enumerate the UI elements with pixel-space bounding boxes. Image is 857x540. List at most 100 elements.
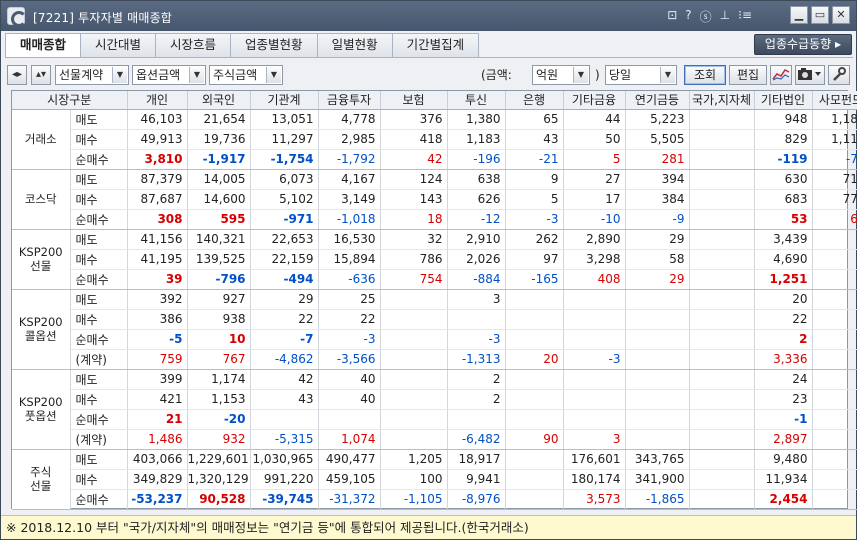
col-header: 외국인 [187, 91, 251, 110]
row-label: 순매수 [70, 489, 128, 510]
table-cell: 18 [380, 209, 448, 230]
table-row[interactable]: 순매수 3,810 -1,917 -1,754 -1,792 42 -196 -21 5 281 -… [12, 149, 857, 170]
pin-icon[interactable]: ⊥ [720, 8, 730, 25]
table-row[interactable]: 주식 선물 매도 403,066 1,229,601 1,030,965 490,477 1… [12, 449, 857, 510]
tab-by-sector[interactable]: 업종별현황 [230, 33, 318, 57]
table-cell: 10 [187, 329, 251, 350]
tab-by-time[interactable]: 시간대별 [80, 33, 157, 57]
table-cell [812, 369, 857, 390]
table-row[interactable]: 매수 49,913 19,736 11,297 2,985 418 1,183 43 50 5,5… [12, 129, 857, 150]
stock-unit-value: 주식금액 [213, 68, 258, 82]
table-cell: 46,103 [127, 109, 188, 130]
table-cell: 143 [380, 189, 448, 210]
row-label: (계약) [70, 349, 128, 370]
table-cell: 3 [447, 289, 506, 310]
query-button[interactable]: 조회 [684, 65, 726, 85]
table-cell [689, 169, 755, 190]
table-cell: -796 [187, 269, 251, 290]
table-row[interactable]: 매수 386 938 22 22 22 [12, 309, 857, 330]
futures-unit-value: 선물계약 [59, 68, 104, 82]
amount-unit-select[interactable]: 억원 ▼ [532, 65, 590, 85]
sector-supply-button[interactable]: 업종수급동향 ▸ [753, 34, 852, 55]
table-cell: 24 [754, 369, 813, 390]
table-row[interactable]: 매수 421 1,153 43 40 2 23 [12, 389, 857, 410]
investor-trading-table[interactable]: 시장구분 개인 외국인 기관계 금융투자 보험 투신 은행 기타금융 연기금등 … [11, 90, 857, 510]
wrench-icon[interactable] [828, 65, 850, 85]
table-cell: 399 [127, 369, 188, 390]
table-row[interactable]: 매수 41,195 139,525 22,159 15,894 786 2,026 97 3,2… [12, 249, 857, 270]
table-row[interactable]: (계약) 1,486 932 -5,315 1,074 -6,482 90 3 2,897 [12, 429, 857, 450]
table-cell: 29 [625, 269, 690, 290]
row-label: 순매수 [70, 149, 128, 170]
camera-icon[interactable] [795, 65, 825, 85]
table-cell: -73 [812, 149, 857, 170]
table-cell [563, 329, 626, 350]
table-row[interactable]: 순매수 -53,237 90,528 -39,745 -31,372 -1,105 -8,9… [12, 489, 857, 510]
table-cell [563, 389, 626, 410]
screen-link-icon[interactable]: ⊡ [667, 8, 677, 25]
maximize-button[interactable]: ▭ [811, 6, 829, 24]
chart-icon[interactable] [770, 65, 792, 85]
table-row[interactable]: 순매수308595-971-1,01818-12-3-10-9 5364 [12, 209, 857, 230]
table-cell: 418 [380, 129, 448, 150]
table-row[interactable]: 매수 349,829 1,320,129 991,220 459,105 100 9,941… [12, 469, 857, 490]
table-cell: 1,174 [187, 369, 251, 390]
tab-period[interactable]: 기간별집계 [391, 33, 480, 57]
tab-market-flow[interactable]: 시장흐름 [155, 33, 232, 57]
table-cell [689, 469, 755, 490]
edit-button[interactable]: 편집 [729, 65, 767, 85]
table-cell: 459,105 [318, 469, 381, 490]
table-row[interactable]: 순매수 39 -796 -494 -636 754 -884 -165 408 29 1,251 [12, 269, 857, 290]
vertical-arrows-icon[interactable]: ▴▾ [31, 65, 51, 85]
table-cell: 58 [625, 249, 690, 270]
table-cell [380, 369, 448, 390]
title-bar[interactable]: [7221] 투자자별 매매종합 ⊡ ? ⓢ ⊥ ⁝≡ ▁ ▭ ✕ [1, 1, 856, 31]
market-group-label: KSP200 풋옵션 [12, 369, 71, 450]
table-row[interactable]: 코스닥 매도 87,379 14,005 6,073 4,167 124 638 9 27 394 6… [12, 169, 857, 230]
tab-daily[interactable]: 일별현황 [316, 33, 393, 57]
table-cell: 49,913 [127, 129, 188, 150]
option-unit-select[interactable]: 옵션금액 ▼ [132, 65, 206, 85]
table-cell [505, 369, 564, 390]
table-row[interactable]: 거래소 매도 46,103 21,654 13,051 4,778 376 1,380 65 44… [12, 109, 857, 170]
table-cell [689, 229, 755, 250]
table-row[interactable]: 순매수 -5 10 -7 -3 -3 2 [12, 329, 857, 350]
stock-unit-select[interactable]: 주식금액 ▼ [209, 65, 283, 85]
table-row[interactable]: KSP200 선물 매도 41,156 140,321 22,653 16,530 32 2,… [12, 229, 857, 290]
table-cell: 4,778 [318, 109, 381, 130]
table-row[interactable]: KSP200 콜옵션 매도 392 927 29 25 3 20 [12, 289, 857, 370]
menu-icon[interactable]: ⁝≡ [738, 8, 752, 25]
table-cell: 2 [447, 369, 506, 390]
futures-unit-select[interactable]: 선물계약 ▼ [55, 65, 129, 85]
horizontal-arrows-icon[interactable]: ◂▸ [7, 65, 27, 85]
table-row[interactable]: 매수 87,687 14,600 5,102 3,149 143 626 5 17 384 683 7… [12, 189, 857, 210]
table-header: 시장구분 개인 외국인 기관계 금융투자 보험 투신 은행 기타금융 연기금등 … [12, 91, 857, 110]
table-cell: -1,313 [447, 349, 506, 370]
period-select[interactable]: 당일 ▼ [605, 65, 677, 85]
main-window: [7221] 투자자별 매매종합 ⊡ ? ⓢ ⊥ ⁝≡ ▁ ▭ ✕ 매매종합 시… [0, 0, 857, 540]
table-cell [689, 349, 755, 370]
table-row[interactable]: 순매수 21 -20 -1 [12, 409, 857, 430]
table-cell: 2 [754, 329, 813, 350]
table-cell: -21 [505, 149, 564, 170]
table-cell: 180,174 [563, 469, 626, 490]
row-label: 매도 [70, 229, 128, 250]
minimize-button[interactable]: ▁ [790, 6, 808, 24]
tab-summary[interactable]: 매매종합 [5, 33, 82, 58]
settings-icon[interactable]: ⓢ [700, 8, 712, 25]
table-cell: 16,530 [318, 229, 381, 250]
table-cell: 927 [187, 289, 251, 310]
table-cell: 991,220 [250, 469, 319, 490]
table-row[interactable]: (계약) 759 767 -4,862 -3,566 -1,313 20 -3 3,336 [12, 349, 857, 370]
row-label: 매수 [70, 189, 128, 210]
table-cell [505, 489, 564, 510]
table-cell: 22 [250, 309, 319, 330]
table-cell: 140,321 [187, 229, 251, 250]
table-cell: 90,528 [187, 489, 251, 510]
table-cell [380, 309, 448, 330]
help-icon[interactable]: ? [685, 8, 691, 25]
table-cell: 938 [187, 309, 251, 330]
table-cell: 25 [318, 289, 381, 310]
table-row[interactable]: KSP200 풋옵션 매도 399 1,174 42 40 2 24 [12, 369, 857, 450]
close-button[interactable]: ✕ [832, 6, 850, 24]
